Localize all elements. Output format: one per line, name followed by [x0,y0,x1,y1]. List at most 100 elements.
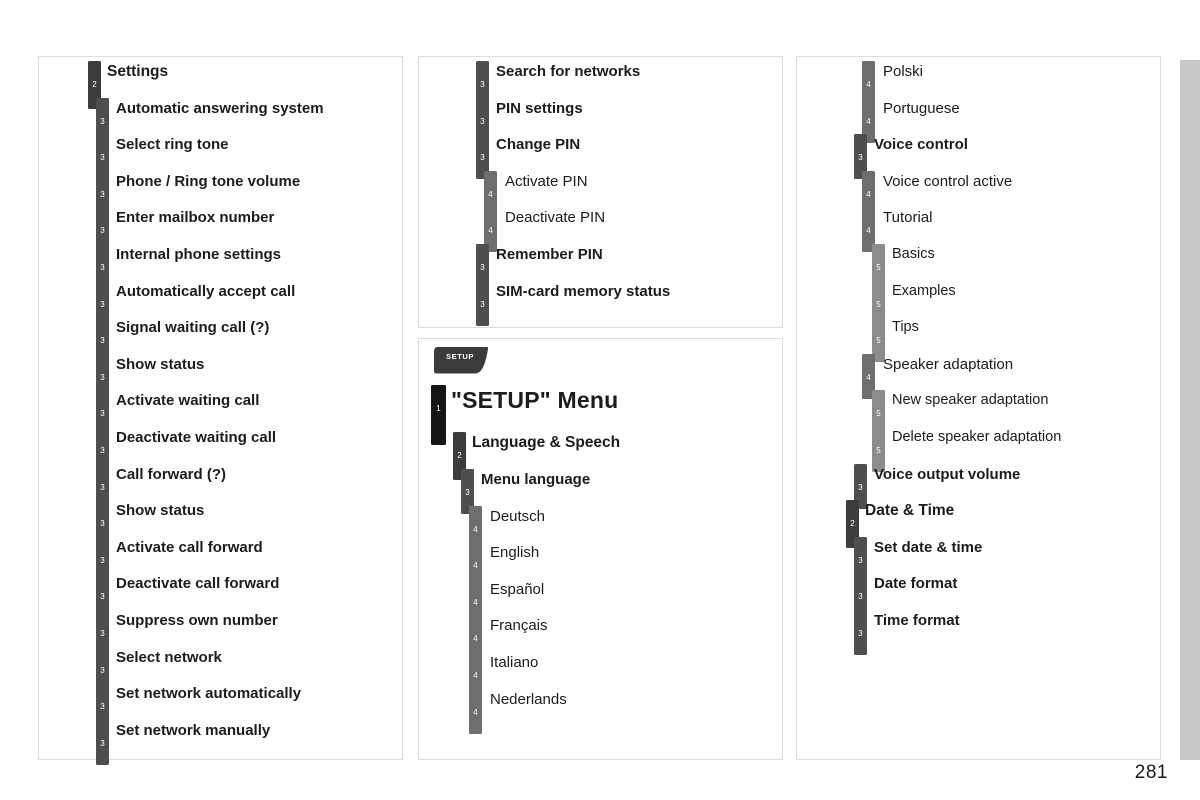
menu-item-label: Voice output volume [874,465,1021,483]
menu-item-label: Español [490,580,545,598]
menu-level-number: 4 [488,189,493,199]
menu-item-label: Set date & time [874,538,983,556]
menu-item-label: Language & Speech [472,434,621,451]
menu-level-number: 5 [876,262,881,272]
menu-level-number: 3 [480,299,485,309]
menu-level-number: 5 [876,336,881,346]
panel-voice-datetime-menu: 4 Polski 4 Portuguese 3 Voice control 4 Voice c… [796,56,1161,760]
menu-level-number: 5 [876,409,881,419]
menu-item-label: Search for networks [496,63,641,80]
menu-level-number: 4 [866,226,871,236]
menu-level-number: 4 [866,372,871,382]
menu-level-number: 3 [480,153,485,163]
menu-item-label: Speaker adaptation [883,355,1014,373]
menu-level-number: 3 [100,628,105,638]
panel-setup-menu: SETUP 1 "SETUP" Menu 2 Language & Speech 3 Me… [418,338,783,760]
panel-settings-menu: 2 Settings 3 Automatic answering system 3 Sel… [38,56,403,765]
menu-item-label: Call forward (?) [116,465,227,483]
menu-item-label: Show status [116,502,205,520]
menu-item-label: Français [490,617,548,635]
setup-tab-graphic: SETUP [432,345,490,375]
menu-level-number: 3 [100,189,105,199]
menu-level-number: 3 [465,488,470,497]
menu-item-label: Examples [892,282,956,299]
menu-level-number: 3 [100,372,105,382]
menu-item-label: Italiano [490,653,539,671]
menu-item-label: Date format [874,575,958,593]
menu-level-bar: 3 [96,719,109,765]
menu-level-number: 3 [100,262,105,272]
menu-level-number: 3 [100,445,105,455]
setup-tab-label: SETUP [446,352,475,361]
menu-level-number: 3 [858,592,863,602]
menu-item-label: Deactivate waiting call [116,428,277,446]
menu-level-number: 4 [473,670,478,680]
menu-item-label: English [490,544,540,562]
menu-level-number: 4 [473,597,478,607]
menu-item-label: Portuguese [883,99,960,117]
menu-item-label: "SETUP" Menu [451,387,619,413]
menu-item-label: Select network [116,648,222,666]
menu-level-number: 4 [473,707,478,717]
menu-level-number: 3 [858,555,863,565]
menu-item-label: SIM-card memory status [496,282,671,300]
menu-level-number: 2 [457,451,462,460]
menu-level-number: 3 [100,299,105,309]
menu-level-number: 3 [100,519,105,529]
menu-item-label: Activate call forward [116,538,263,556]
menu-item-label: Delete speaker adaptation [892,428,1062,445]
menu-item-label: Basics [892,245,935,262]
menu-item-label: Signal waiting call (?) [116,319,270,337]
menu-level-number: 4 [866,189,871,199]
menu-level-number: 4 [866,80,871,89]
menu-item-label: Select ring tone [116,136,229,154]
menu-item-label: Activate waiting call [116,392,260,410]
menu-level-number: 3 [100,336,105,346]
menu-level-number: 3 [100,409,105,419]
menu-level-number: 4 [473,634,478,644]
menu-item-label: Change PIN [496,136,581,154]
menu-item-label: Menu language [481,471,591,488]
menu-level-number: 3 [100,116,105,126]
menu-level-bar: 4 [469,688,482,734]
menu-item-label: Deactivate PIN [505,209,606,227]
menu-level-bar: 1 [431,385,446,445]
menu-level-number: 4 [473,524,478,534]
menu-level-number: 3 [100,482,105,492]
menu-level-number: 3 [858,153,863,163]
menu-item-label: PIN settings [496,99,583,117]
menu-item-label: Tutorial [883,209,933,227]
panel-network-pin-menu: 3 Search for networks 3 PIN settings 3 Change… [418,56,783,328]
menu-item-label: Set network manually [116,721,271,739]
menu-level-number: 3 [480,80,485,89]
menu-item-label: Tips [892,319,919,336]
menu-level-number: 3 [480,262,485,272]
menu-item-label: Settings [107,63,169,80]
menu-level-number: 3 [100,555,105,565]
menu-item-label: Voice control active [883,172,1013,190]
menu-item-label: Nederlands [490,690,567,708]
menu-item-label: Internal phone settings [116,245,282,263]
menu-level-number: 4 [488,226,493,236]
menu-item-label: Automatically accept call [116,282,296,300]
menu-item-label: Remember PIN [496,245,603,263]
menu-item-label: Voice control [874,136,968,154]
menu-item-label: Set network automatically [116,685,302,703]
menu-level-bar: 3 [854,609,867,655]
menu-level-number: 3 [100,665,105,675]
menu-item-label: Time format [874,611,960,629]
menu-item-label: Deactivate call forward [116,575,280,593]
menu-level-number: 3 [480,116,485,126]
menu-level-number: 2 [92,80,97,89]
menu-item-label: Date & Time [865,502,955,520]
menu-level-number: 2 [850,519,855,529]
page-edge-strip [1180,60,1200,760]
menu-level-number: 3 [100,153,105,163]
menu-level-number: 4 [473,561,478,571]
menu-level-number: 3 [100,738,105,748]
menu-level-number: 3 [100,592,105,602]
menu-item-label: Suppress own number [116,611,278,629]
menu-level-number: 5 [876,299,881,309]
menu-level-number: 3 [858,628,863,638]
menu-level-number: 4 [866,116,871,126]
